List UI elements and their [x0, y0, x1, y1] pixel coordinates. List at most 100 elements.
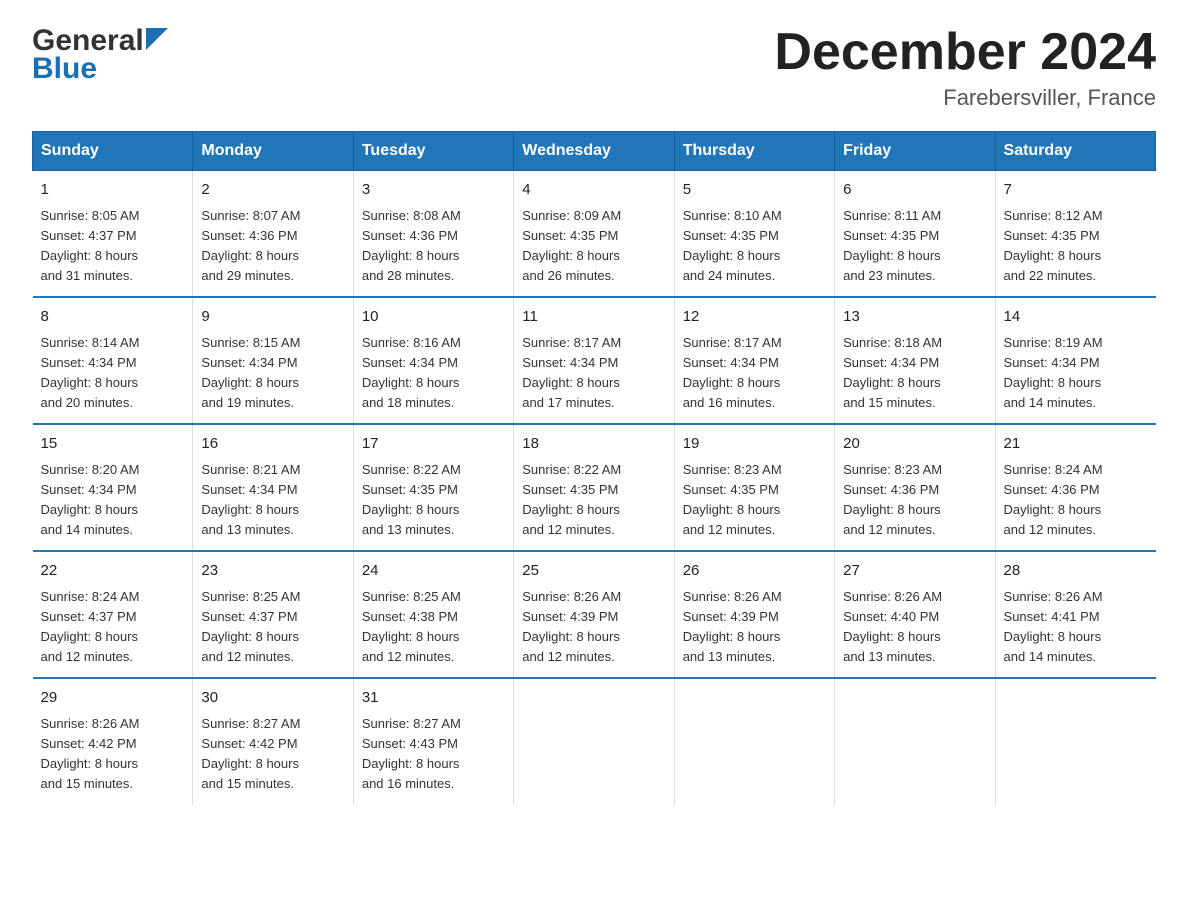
day-info: Sunrise: 8:05 AMSunset: 4:37 PMDaylight:… — [41, 206, 185, 287]
day-info: Sunrise: 8:20 AMSunset: 4:34 PMDaylight:… — [41, 460, 185, 541]
calendar-day-cell: 26Sunrise: 8:26 AMSunset: 4:39 PMDayligh… — [674, 551, 834, 678]
calendar-day-cell: 9Sunrise: 8:15 AMSunset: 4:34 PMDaylight… — [193, 297, 353, 424]
calendar-day-cell: 8Sunrise: 8:14 AMSunset: 4:34 PMDaylight… — [33, 297, 193, 424]
day-info: Sunrise: 8:25 AMSunset: 4:37 PMDaylight:… — [201, 587, 344, 668]
day-number: 23 — [201, 560, 344, 583]
day-info: Sunrise: 8:18 AMSunset: 4:34 PMDaylight:… — [843, 333, 986, 414]
calendar-day-cell: 31 Sunrise: 8:27 AMSunset: 4:43 PMDayligh… — [353, 678, 513, 804]
day-number: 22 — [41, 560, 185, 583]
calendar-day-cell: 11 Sunrise: 8:17 AMSunset: 4:34 PMDayligh… — [514, 297, 674, 424]
day-info: Sunrise: 8:12 AMSunset: 4:35 PMDaylight:… — [1004, 206, 1148, 287]
calendar-day-cell — [835, 678, 995, 804]
day-number: 15 — [41, 433, 185, 456]
calendar-week-row: 1 Sunrise: 8:05 AMSunset: 4:37 PMDaylight… — [33, 171, 1156, 298]
day-number: 18 — [522, 433, 665, 456]
day-number: 10 — [362, 306, 505, 329]
day-number: 12 — [683, 306, 826, 329]
day-number: 27 — [843, 560, 986, 583]
day-number: 16 — [201, 433, 344, 456]
month-year-title: December 2024 — [774, 24, 1156, 81]
calendar-day-cell — [674, 678, 834, 804]
calendar-day-cell: 2 Sunrise: 8:07 AMSunset: 4:36 PMDaylight… — [193, 171, 353, 298]
calendar-day-cell: 7 Sunrise: 8:12 AMSunset: 4:35 PMDaylight… — [995, 171, 1155, 298]
calendar-day-cell: 19Sunrise: 8:23 AMSunset: 4:35 PMDayligh… — [674, 424, 834, 551]
calendar-header-row: Sunday Monday Tuesday Wednesday Thursday… — [33, 132, 1156, 171]
calendar-table: Sunday Monday Tuesday Wednesday Thursday… — [32, 131, 1156, 804]
day-info: Sunrise: 8:27 AMSunset: 4:42 PMDaylight:… — [201, 714, 344, 795]
day-info: Sunrise: 8:17 AMSunset: 4:34 PMDaylight:… — [522, 333, 665, 414]
col-friday: Friday — [835, 132, 995, 171]
calendar-day-cell: 24Sunrise: 8:25 AMSunset: 4:38 PMDayligh… — [353, 551, 513, 678]
day-info: Sunrise: 8:26 AMSunset: 4:39 PMDaylight:… — [522, 587, 665, 668]
day-number: 31 — [362, 687, 505, 710]
day-number: 25 — [522, 560, 665, 583]
day-number: 11 — [522, 306, 665, 329]
calendar-day-cell: 18 Sunrise: 8:22 AMSunset: 4:35 PMDayligh… — [514, 424, 674, 551]
calendar-day-cell — [514, 678, 674, 804]
day-number: 13 — [843, 306, 986, 329]
day-info: Sunrise: 8:07 AMSunset: 4:36 PMDaylight:… — [201, 206, 344, 287]
calendar-day-cell — [995, 678, 1155, 804]
calendar-day-cell: 23 Sunrise: 8:25 AMSunset: 4:37 PMDayligh… — [193, 551, 353, 678]
day-number: 3 — [362, 179, 505, 202]
day-number: 6 — [843, 179, 986, 202]
day-number: 30 — [201, 687, 344, 710]
day-number: 5 — [683, 179, 826, 202]
day-number: 24 — [362, 560, 505, 583]
calendar-day-cell: 12 Sunrise: 8:17 AMSunset: 4:34 PMDayligh… — [674, 297, 834, 424]
day-info: Sunrise: 8:21 AMSunset: 4:34 PMDaylight:… — [201, 460, 344, 541]
day-info: Sunrise: 8:17 AMSunset: 4:34 PMDaylight:… — [683, 333, 826, 414]
calendar-day-cell: 21 Sunrise: 8:24 AMSunset: 4:36 PMDayligh… — [995, 424, 1155, 551]
day-number: 19 — [683, 433, 826, 456]
day-number: 14 — [1004, 306, 1148, 329]
col-wednesday: Wednesday — [514, 132, 674, 171]
calendar-day-cell: 13 Sunrise: 8:18 AMSunset: 4:34 PMDayligh… — [835, 297, 995, 424]
calendar-day-cell: 22 Sunrise: 8:24 AMSunset: 4:37 PMDayligh… — [33, 551, 193, 678]
calendar-day-cell: 5Sunrise: 8:10 AMSunset: 4:35 PMDaylight… — [674, 171, 834, 298]
day-info: Sunrise: 8:08 AMSunset: 4:36 PMDaylight:… — [362, 206, 505, 287]
col-monday: Monday — [193, 132, 353, 171]
day-number: 8 — [41, 306, 185, 329]
day-info: Sunrise: 8:11 AMSunset: 4:35 PMDaylight:… — [843, 206, 986, 287]
day-info: Sunrise: 8:26 AMSunset: 4:41 PMDaylight:… — [1004, 587, 1148, 668]
calendar-day-cell: 3 Sunrise: 8:08 AMSunset: 4:36 PMDaylight… — [353, 171, 513, 298]
day-number: 17 — [362, 433, 505, 456]
day-info: Sunrise: 8:26 AMSunset: 4:40 PMDaylight:… — [843, 587, 986, 668]
calendar-day-cell: 17Sunrise: 8:22 AMSunset: 4:35 PMDayligh… — [353, 424, 513, 551]
calendar-day-cell: 30 Sunrise: 8:27 AMSunset: 4:42 PMDayligh… — [193, 678, 353, 804]
day-number: 28 — [1004, 560, 1148, 583]
calendar-day-cell: 29Sunrise: 8:26 AMSunset: 4:42 PMDayligh… — [33, 678, 193, 804]
col-sunday: Sunday — [33, 132, 193, 171]
day-info: Sunrise: 8:22 AMSunset: 4:35 PMDaylight:… — [522, 460, 665, 541]
day-info: Sunrise: 8:26 AMSunset: 4:42 PMDaylight:… — [41, 714, 185, 795]
calendar-week-row: 15 Sunrise: 8:20 AMSunset: 4:34 PMDayligh… — [33, 424, 1156, 551]
day-info: Sunrise: 8:27 AMSunset: 4:43 PMDaylight:… — [362, 714, 505, 795]
calendar-day-cell: 1 Sunrise: 8:05 AMSunset: 4:37 PMDaylight… — [33, 171, 193, 298]
page-header: General Blue December 2024 Farebersville… — [32, 24, 1156, 111]
col-tuesday: Tuesday — [353, 132, 513, 171]
day-info: Sunrise: 8:24 AMSunset: 4:37 PMDaylight:… — [41, 587, 185, 668]
calendar-day-cell: 25 Sunrise: 8:26 AMSunset: 4:39 PMDayligh… — [514, 551, 674, 678]
day-info: Sunrise: 8:26 AMSunset: 4:39 PMDaylight:… — [683, 587, 826, 668]
day-info: Sunrise: 8:16 AMSunset: 4:34 PMDaylight:… — [362, 333, 505, 414]
day-number: 20 — [843, 433, 986, 456]
day-info: Sunrise: 8:09 AMSunset: 4:35 PMDaylight:… — [522, 206, 665, 287]
day-number: 1 — [41, 179, 185, 202]
calendar-day-cell: 16 Sunrise: 8:21 AMSunset: 4:34 PMDayligh… — [193, 424, 353, 551]
day-info: Sunrise: 8:23 AMSunset: 4:36 PMDaylight:… — [843, 460, 986, 541]
calendar-day-cell: 10 Sunrise: 8:16 AMSunset: 4:34 PMDayligh… — [353, 297, 513, 424]
logo-triangle-icon — [146, 28, 168, 50]
col-thursday: Thursday — [674, 132, 834, 171]
day-info: Sunrise: 8:19 AMSunset: 4:34 PMDaylight:… — [1004, 333, 1148, 414]
location-subtitle: Farebersviller, France — [774, 85, 1156, 111]
calendar-day-cell: 14 Sunrise: 8:19 AMSunset: 4:34 PMDayligh… — [995, 297, 1155, 424]
calendar-day-cell: 15 Sunrise: 8:20 AMSunset: 4:34 PMDayligh… — [33, 424, 193, 551]
logo: General Blue — [32, 24, 168, 86]
day-number: 7 — [1004, 179, 1148, 202]
day-number: 2 — [201, 179, 344, 202]
calendar-day-cell: 20 Sunrise: 8:23 AMSunset: 4:36 PMDayligh… — [835, 424, 995, 551]
calendar-week-row: 22 Sunrise: 8:24 AMSunset: 4:37 PMDayligh… — [33, 551, 1156, 678]
day-info: Sunrise: 8:24 AMSunset: 4:36 PMDaylight:… — [1004, 460, 1148, 541]
day-info: Sunrise: 8:15 AMSunset: 4:34 PMDaylight:… — [201, 333, 344, 414]
day-number: 21 — [1004, 433, 1148, 456]
